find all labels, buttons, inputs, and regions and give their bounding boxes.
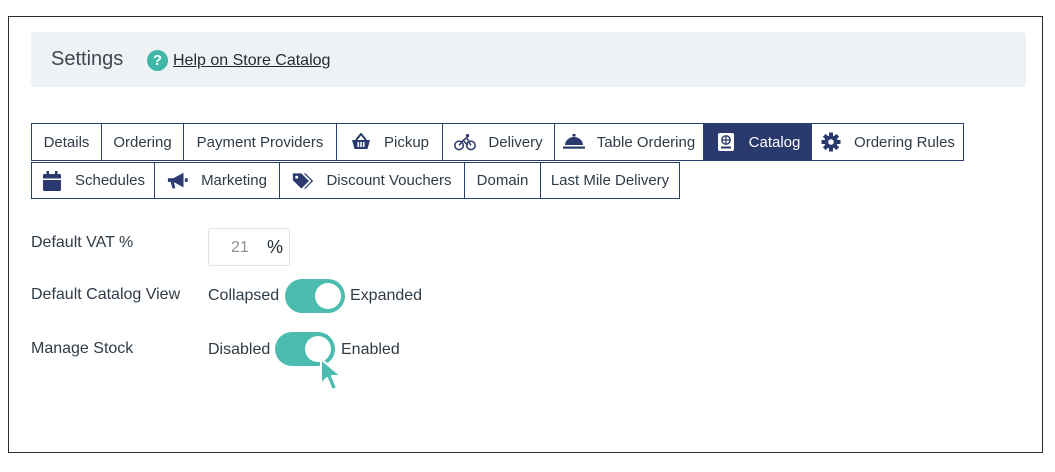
page-title: Settings (51, 48, 124, 70)
tab-label: Domain (476, 172, 529, 189)
tab-details[interactable]: Details (31, 123, 102, 161)
tab-label: Ordering (113, 133, 172, 151)
gear-icon (820, 132, 842, 152)
vat-input[interactable]: 21 % (208, 228, 290, 266)
manage-stock-on-label: Enabled (341, 341, 400, 358)
vat-value[interactable]: 21 (231, 239, 249, 257)
manage-stock-off-label: Disabled (208, 341, 271, 358)
tab-label: Last Mile Delivery (550, 172, 670, 189)
tabs-row-1: Details Ordering Payment Providers Picku… (31, 123, 964, 161)
catalog-view-toggle[interactable] (285, 279, 345, 313)
tab-marketing[interactable]: Marketing (154, 162, 280, 199)
tab-label: Payment Providers (196, 133, 324, 151)
tab-payment-providers[interactable]: Payment Providers (183, 123, 337, 161)
tab-discount-vouchers[interactable]: Discount Vouchers (279, 162, 465, 199)
basket-icon (350, 132, 372, 152)
tab-delivery[interactable]: Delivery (442, 123, 555, 161)
catalog-view-label: Default Catalog View (31, 286, 181, 303)
tab-pickup[interactable]: Pickup (336, 123, 443, 161)
settings-panel: Settings ? Help on Store Catalog Details… (8, 16, 1043, 453)
help-link[interactable]: Help on Store Catalog (173, 52, 330, 70)
catalog-view-off-label: Collapsed (208, 287, 280, 304)
tab-label: Discount Vouchers (326, 172, 452, 189)
megaphone-icon (167, 171, 189, 191)
tab-label: Marketing (201, 172, 267, 189)
tab-schedules[interactable]: Schedules (31, 162, 155, 199)
settings-header: Settings ? Help on Store Catalog (31, 32, 1026, 87)
help-link-group[interactable]: ? Help on Store Catalog (147, 50, 330, 71)
toggle-knob (315, 283, 341, 309)
tab-label: Delivery (488, 133, 543, 151)
tab-label: Schedules (74, 172, 146, 189)
calendar-icon (41, 170, 63, 191)
tab-label: Catalog (748, 133, 801, 151)
tab-label: Pickup (383, 133, 430, 151)
vat-label: Default VAT % (31, 234, 134, 251)
cloche-icon (562, 132, 585, 152)
vat-unit: % (267, 237, 284, 257)
tab-label: Table Ordering (596, 133, 696, 151)
tab-ordering[interactable]: Ordering (101, 123, 184, 161)
pointer-cursor-icon (319, 357, 345, 398)
catalog-view-on-label: Expanded (350, 287, 423, 304)
tab-last-mile-delivery[interactable]: Last Mile Delivery (540, 162, 680, 199)
tab-label: Details (43, 133, 90, 151)
tab-ordering-rules[interactable]: Ordering Rules (811, 123, 964, 161)
tab-label: Ordering Rules (854, 133, 955, 151)
tab-table-ordering[interactable]: Table Ordering (554, 123, 704, 161)
bicycle-icon (454, 132, 477, 152)
help-icon[interactable]: ? (147, 50, 168, 71)
tabs-row-2: Schedules Marketing Discount Vouchers Do… (31, 162, 680, 199)
tag-icon (292, 171, 314, 191)
catalog-icon (715, 132, 737, 152)
tab-domain[interactable]: Domain (464, 162, 541, 199)
manage-stock-label: Manage Stock (31, 340, 134, 357)
tab-catalog[interactable]: Catalog (703, 123, 812, 161)
